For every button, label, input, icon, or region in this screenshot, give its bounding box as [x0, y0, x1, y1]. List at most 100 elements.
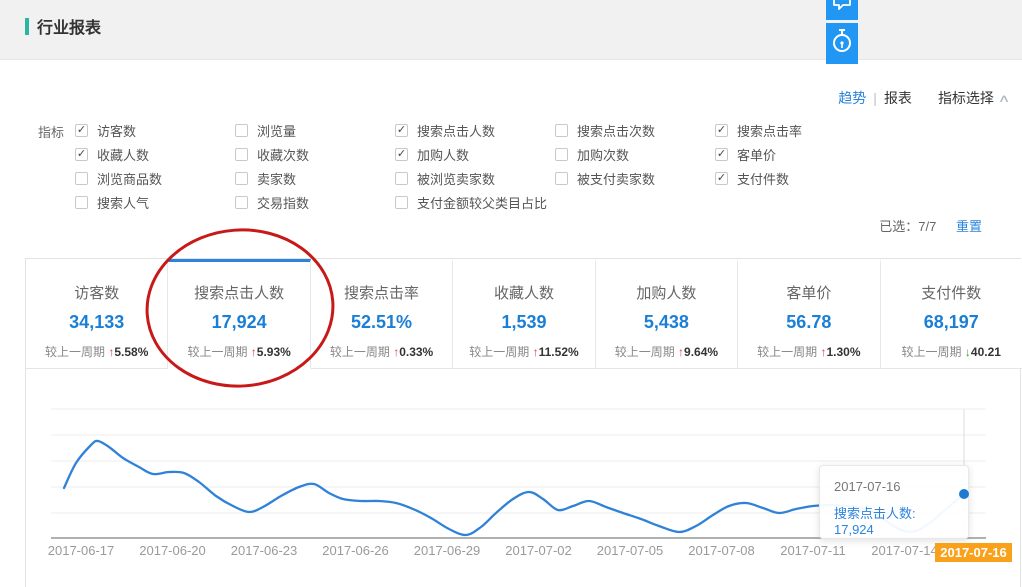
checkbox-卖家数[interactable]: 卖家数: [235, 169, 296, 188]
checkbox-label: 加购次数: [577, 145, 629, 164]
checkbox-label: 搜索点击率: [737, 121, 802, 140]
checkbox-label: 浏览商品数: [97, 169, 162, 188]
checked-checkbox-icon[interactable]: ✓: [395, 148, 408, 161]
chevron-up-icon[interactable]: ∧: [998, 92, 1011, 105]
unchecked-checkbox-icon[interactable]: [395, 172, 408, 185]
metric-card-delta: 较上一周期 ↑11.52%: [453, 343, 594, 360]
checkbox-浏览商品数[interactable]: 浏览商品数: [75, 169, 162, 188]
x-tick-label: 2017-07-08: [688, 543, 755, 558]
metric-card-value: 52.51%: [311, 312, 452, 333]
checkbox-客单价[interactable]: ✓客单价: [715, 145, 776, 164]
report-panel: 访客数34,133较上一周期 ↑5.58%搜索点击人数17,924较上一周期 ↑…: [25, 258, 1021, 587]
checkbox-被支付卖家数[interactable]: 被支付卖家数: [555, 169, 655, 188]
selection-summary-row: 已选：7/7 重置: [879, 216, 982, 235]
checkbox-label: 浏览量: [257, 121, 296, 140]
metric-card-delta: 较上一周期 ↑1.30%: [738, 343, 879, 360]
unchecked-checkbox-icon[interactable]: [75, 172, 88, 185]
metric-card-title: 访客数: [26, 282, 167, 303]
x-tick-label: 2017-07-02: [505, 543, 572, 558]
checkbox-label: 交易指数: [257, 193, 309, 212]
metric-card-客单价[interactable]: 客单价56.78较上一周期 ↑1.30%: [738, 259, 880, 369]
checkbox-支付金额较父类目占比[interactable]: 支付金额较父类目占比: [395, 193, 547, 212]
checkbox-浏览量[interactable]: 浏览量: [235, 121, 296, 140]
metric-card-value: 5,438: [596, 312, 737, 333]
metric-card-delta: 较上一周期 ↑5.58%: [26, 343, 167, 360]
timer-button[interactable]: [826, 23, 858, 64]
metric-select-button[interactable]: 指标选择: [938, 88, 994, 108]
metric-card-value: 68,197: [881, 312, 1022, 333]
metric-card-title: 搜索点击人数: [168, 282, 309, 303]
checkbox-加购人数[interactable]: ✓ 加购人数: [395, 145, 469, 164]
trend-tab[interactable]: 趋势: [838, 88, 866, 108]
x-tick-label: 2017-07-14: [871, 543, 938, 558]
page-header: 行业报表: [0, 0, 1022, 60]
unchecked-checkbox-icon[interactable]: [235, 172, 248, 185]
metric-card-value: 17,924: [168, 312, 309, 333]
checkbox-搜索人气[interactable]: 搜索人气: [75, 193, 149, 212]
metric-card-delta: 较上一周期 ↓40.21: [881, 343, 1022, 360]
metric-card-收藏人数[interactable]: 收藏人数1,539较上一周期 ↑11.52%: [453, 259, 595, 369]
metric-card-delta: 较上一周期 ↑9.64%: [596, 343, 737, 360]
metric-card-title: 加购人数: [596, 282, 737, 303]
checkbox-访客数[interactable]: ✓ 访客数: [75, 121, 136, 140]
metric-card-delta: 较上一周期 ↑5.93%: [168, 343, 309, 360]
checkbox-搜索点击率[interactable]: ✓ 搜索点击率: [715, 121, 802, 140]
checkbox-label: 支付金额较父类目占比: [417, 193, 547, 212]
checkbox-被浏览卖家数[interactable]: 被浏览卖家数: [395, 169, 495, 188]
checkbox-label: 访客数: [97, 121, 136, 140]
report-tab[interactable]: 报表: [884, 88, 912, 108]
checkbox-label: 搜索点击人数: [417, 121, 495, 140]
checked-checkbox-icon[interactable]: ✓: [75, 124, 88, 137]
unchecked-checkbox-icon[interactable]: [235, 148, 248, 161]
checked-checkbox-icon[interactable]: ✓: [715, 172, 728, 185]
checked-checkbox-icon[interactable]: ✓: [75, 148, 88, 161]
data-point-marker[interactable]: [959, 489, 969, 499]
checkbox-加购次数[interactable]: 加购次数: [555, 145, 629, 164]
unchecked-checkbox-icon[interactable]: [75, 196, 88, 209]
stopwatch-icon: [831, 28, 853, 59]
checkbox-搜索点击次数[interactable]: 搜索点击次数: [555, 121, 655, 140]
checkbox-label: 被支付卖家数: [577, 169, 655, 188]
unchecked-checkbox-icon[interactable]: [235, 124, 248, 137]
checkbox-交易指数[interactable]: 交易指数: [235, 193, 309, 212]
metric-card-支付件数[interactable]: 支付件数 68,197 较上一周期 ↓40.21: [881, 259, 1022, 369]
reset-button[interactable]: 重置: [956, 219, 982, 234]
tooltip-date: 2017-07-16: [834, 479, 954, 494]
x-tick-label: 2017-06-17: [48, 543, 115, 558]
checkbox-收藏次数[interactable]: 收藏次数: [235, 145, 309, 164]
checkbox-label: 收藏次数: [257, 145, 309, 164]
checkbox-支付件数[interactable]: ✓支付件数: [715, 169, 789, 188]
metric-card-加购人数[interactable]: 加购人数 5,438 较上一周期 ↑9.64%: [596, 259, 738, 369]
checkbox-label: 搜索点击次数: [577, 121, 655, 140]
metric-card-delta: 较上一周期 ↑0.33%: [311, 343, 452, 360]
checkbox-label: 加购人数: [417, 145, 469, 164]
x-tick-label: 2017-07-11: [780, 543, 846, 558]
unchecked-checkbox-icon[interactable]: [235, 196, 248, 209]
unchecked-checkbox-icon[interactable]: [555, 148, 568, 161]
checkbox-搜索点击人数[interactable]: ✓ 搜索点击人数: [395, 121, 495, 140]
chat-button[interactable]: [826, 0, 858, 20]
unchecked-checkbox-icon[interactable]: [555, 172, 568, 185]
checked-checkbox-icon[interactable]: ✓: [395, 124, 408, 137]
checkbox-label: 被浏览卖家数: [417, 169, 495, 188]
checked-checkbox-icon[interactable]: ✓: [715, 124, 728, 137]
metric-card-搜索点击人数[interactable]: 搜索点击人数 17,924 较上一周期 ↑5.93%: [168, 259, 310, 369]
metric-card-搜索点击率[interactable]: 搜索点击率52.51%较上一周期 ↑0.33%: [311, 259, 453, 369]
chart-tooltip: 2017-07-16 搜索点击人数: 17,924: [819, 465, 969, 539]
metric-card-title: 收藏人数: [453, 282, 594, 303]
metric-card-title: 支付件数: [881, 282, 1022, 303]
metric-card-访客数[interactable]: 访客数34,133较上一周期 ↑5.58%: [26, 259, 168, 369]
tooltip-value: 搜索点击人数: 17,924: [834, 503, 954, 537]
checked-checkbox-icon[interactable]: ✓: [715, 148, 728, 161]
filter-group-label: 指标: [38, 122, 64, 141]
view-divider: |: [873, 90, 877, 106]
unchecked-checkbox-icon[interactable]: [555, 124, 568, 137]
unchecked-checkbox-icon[interactable]: [395, 196, 408, 209]
checkbox-收藏人数[interactable]: ✓ 收藏人数: [75, 145, 149, 164]
checkbox-label: 卖家数: [257, 169, 296, 188]
metric-card-title: 客单价: [738, 282, 879, 303]
chat-icon: [832, 0, 852, 20]
x-tick-label: 2017-07-05: [597, 543, 664, 558]
metric-cards-row: 访客数34,133较上一周期 ↑5.58%搜索点击人数17,924较上一周期 ↑…: [26, 259, 1022, 369]
checkbox-label: 收藏人数: [97, 145, 149, 164]
